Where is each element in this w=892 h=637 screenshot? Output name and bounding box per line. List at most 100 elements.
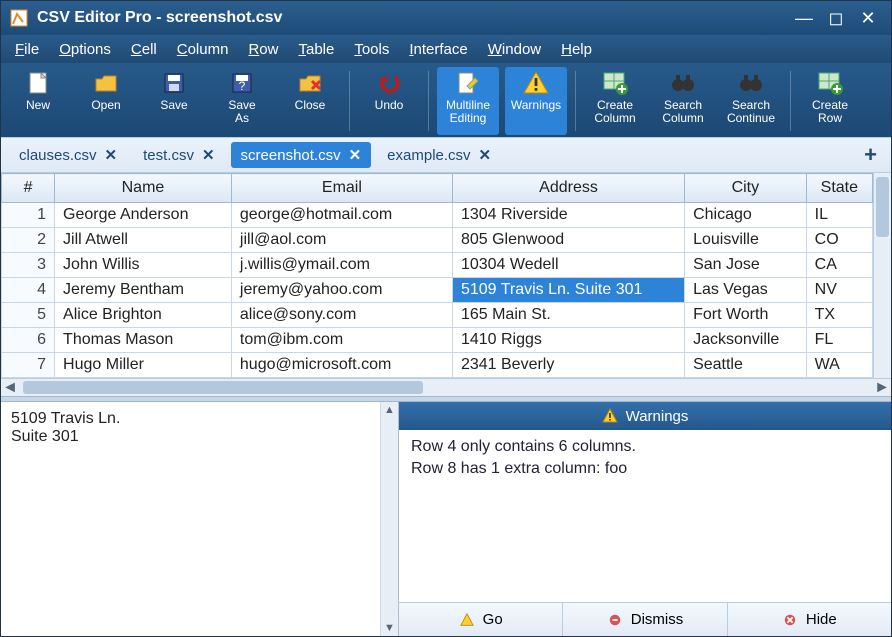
- column-header-state[interactable]: State: [806, 174, 872, 203]
- column-header-email[interactable]: Email: [231, 174, 452, 203]
- data-cell[interactable]: TX: [806, 303, 872, 328]
- row-number-cell[interactable]: 5: [2, 303, 55, 328]
- close-window-button[interactable]: ✕: [853, 7, 883, 29]
- close-button[interactable]: Close: [279, 67, 341, 135]
- data-cell[interactable]: San Jose: [685, 253, 807, 278]
- row-number-cell[interactable]: 7: [2, 353, 55, 378]
- menu-window[interactable]: Window: [480, 39, 549, 60]
- row-number-cell[interactable]: 6: [2, 328, 55, 353]
- data-cell[interactable]: Alice Brighton: [55, 303, 232, 328]
- row-number-cell[interactable]: 4: [2, 278, 55, 303]
- tab-close-icon[interactable]: ✕: [349, 146, 362, 164]
- horizontal-scrollbar[interactable]: ◄►: [1, 378, 891, 396]
- data-cell[interactable]: WA: [806, 353, 872, 378]
- data-cell[interactable]: 805 Glenwood: [452, 228, 684, 253]
- row-number-cell[interactable]: 2: [2, 228, 55, 253]
- detail-scrollbar[interactable]: ▲▼: [380, 402, 398, 636]
- data-cell[interactable]: jill@aol.com: [231, 228, 452, 253]
- menu-options[interactable]: Options: [51, 39, 119, 60]
- data-cell[interactable]: hugo@microsoft.com: [231, 353, 452, 378]
- save-button[interactable]: Save: [143, 67, 205, 135]
- table-row[interactable]: 6Thomas Masontom@ibm.com1410 RiggsJackso…: [2, 328, 873, 353]
- data-cell[interactable]: Thomas Mason: [55, 328, 232, 353]
- menu-help[interactable]: Help: [553, 39, 600, 60]
- data-cell[interactable]: George Anderson: [55, 203, 232, 228]
- vertical-scrollbar[interactable]: [873, 173, 891, 378]
- search-continue-button[interactable]: SearchContinue: [720, 67, 782, 135]
- search-column-button[interactable]: SearchColumn: [652, 67, 714, 135]
- tab-example-csv[interactable]: example.csv✕: [377, 142, 501, 168]
- data-cell[interactable]: jeremy@yahoo.com: [231, 278, 452, 303]
- data-cell[interactable]: 1304 Riverside: [452, 203, 684, 228]
- menu-column[interactable]: Column: [169, 39, 237, 60]
- column-header-city[interactable]: City: [685, 174, 807, 203]
- data-cell[interactable]: Seattle: [685, 353, 807, 378]
- menu-tools[interactable]: Tools: [346, 39, 397, 60]
- new-button[interactable]: New: [7, 67, 69, 135]
- tab-clauses-csv[interactable]: clauses.csv✕: [9, 142, 127, 168]
- save-as-button[interactable]: ?SaveAs: [211, 67, 273, 135]
- warning-message: Row 4 only contains 6 columns.: [411, 438, 879, 456]
- table-row[interactable]: 1George Andersongeorge@hotmail.com1304 R…: [2, 203, 873, 228]
- data-cell[interactable]: Louisville: [685, 228, 807, 253]
- tab-close-icon[interactable]: ✕: [202, 146, 215, 164]
- maximize-button[interactable]: ◻: [821, 7, 851, 29]
- data-cell[interactable]: 165 Main St.: [452, 303, 684, 328]
- data-cell[interactable]: Hugo Miller: [55, 353, 232, 378]
- data-cell[interactable]: 10304 Wedell: [452, 253, 684, 278]
- menu-interface[interactable]: Interface: [401, 39, 475, 60]
- data-cell[interactable]: Jill Atwell: [55, 228, 232, 253]
- create-column-button[interactable]: CreateColumn: [584, 67, 646, 135]
- open-button[interactable]: Open: [75, 67, 137, 135]
- data-cell[interactable]: FL: [806, 328, 872, 353]
- table-row[interactable]: 7Hugo Millerhugo@microsoft.com2341 Bever…: [2, 353, 873, 378]
- row-number-cell[interactable]: 3: [2, 253, 55, 278]
- data-cell[interactable]: Fort Worth: [685, 303, 807, 328]
- data-cell[interactable]: John Willis: [55, 253, 232, 278]
- menu-file[interactable]: File: [7, 39, 47, 60]
- tab-close-icon[interactable]: ✕: [105, 146, 118, 164]
- table-row[interactable]: 3John Willisj.willis@ymail.com10304 Wede…: [2, 253, 873, 278]
- tab-test-csv[interactable]: test.csv✕: [133, 142, 224, 168]
- create-row-button[interactable]: CreateRow: [799, 67, 861, 135]
- data-cell[interactable]: 1410 Riggs: [452, 328, 684, 353]
- data-cell[interactable]: Chicago: [685, 203, 807, 228]
- menu-cell[interactable]: Cell: [123, 39, 165, 60]
- data-grid[interactable]: #NameEmailAddressCityState1George Anders…: [1, 173, 873, 378]
- menu-table[interactable]: Table: [290, 39, 342, 60]
- data-cell[interactable]: alice@sony.com: [231, 303, 452, 328]
- warnings-dismiss-button[interactable]: Dismiss: [562, 603, 726, 636]
- data-cell[interactable]: Las Vegas: [685, 278, 807, 303]
- data-cell[interactable]: NV: [806, 278, 872, 303]
- data-cell[interactable]: 5109 Travis Ln. Suite 301: [452, 278, 684, 303]
- column-header-address[interactable]: Address: [452, 174, 684, 203]
- data-cell[interactable]: IL: [806, 203, 872, 228]
- data-cell[interactable]: CO: [806, 228, 872, 253]
- menu-row[interactable]: Row: [240, 39, 286, 60]
- warnings-hide-button[interactable]: Hide: [727, 603, 891, 636]
- multiline-editing-button[interactable]: MultilineEditing: [437, 67, 499, 135]
- data-cell[interactable]: CA: [806, 253, 872, 278]
- table-row[interactable]: 2Jill Atwelljill@aol.com805 GlenwoodLoui…: [2, 228, 873, 253]
- column-header-#[interactable]: #: [2, 174, 55, 203]
- row-number-cell[interactable]: 1: [2, 203, 55, 228]
- data-cell[interactable]: george@hotmail.com: [231, 203, 452, 228]
- data-cell[interactable]: tom@ibm.com: [231, 328, 452, 353]
- table-row[interactable]: 5Alice Brightonalice@sony.com165 Main St…: [2, 303, 873, 328]
- table-row[interactable]: 4Jeremy Benthamjeremy@yahoo.com5109 Trav…: [2, 278, 873, 303]
- title-bar: CSV Editor Pro - screenshot.csv — ◻ ✕: [1, 1, 891, 35]
- data-cell[interactable]: 2341 Beverly: [452, 353, 684, 378]
- tab-close-icon[interactable]: ✕: [479, 146, 492, 164]
- warnings-button[interactable]: Warnings: [505, 67, 567, 135]
- data-cell[interactable]: Jeremy Bentham: [55, 278, 232, 303]
- add-tab-button[interactable]: +: [858, 142, 883, 168]
- minimize-button[interactable]: —: [789, 7, 819, 29]
- column-header-name[interactable]: Name: [55, 174, 232, 203]
- cell-detail-text: 5109 Travis Ln. Suite 301: [1, 402, 380, 636]
- tab-screenshot-csv[interactable]: screenshot.csv✕: [231, 142, 372, 168]
- data-cell[interactable]: Jacksonville: [685, 328, 807, 353]
- undo-button[interactable]: Undo: [358, 67, 420, 135]
- data-cell[interactable]: j.willis@ymail.com: [231, 253, 452, 278]
- warnings-go-button[interactable]: Go: [399, 603, 562, 636]
- tab-strip: clauses.csv✕test.csv✕ screenshot.csv✕exam…: [1, 137, 891, 173]
